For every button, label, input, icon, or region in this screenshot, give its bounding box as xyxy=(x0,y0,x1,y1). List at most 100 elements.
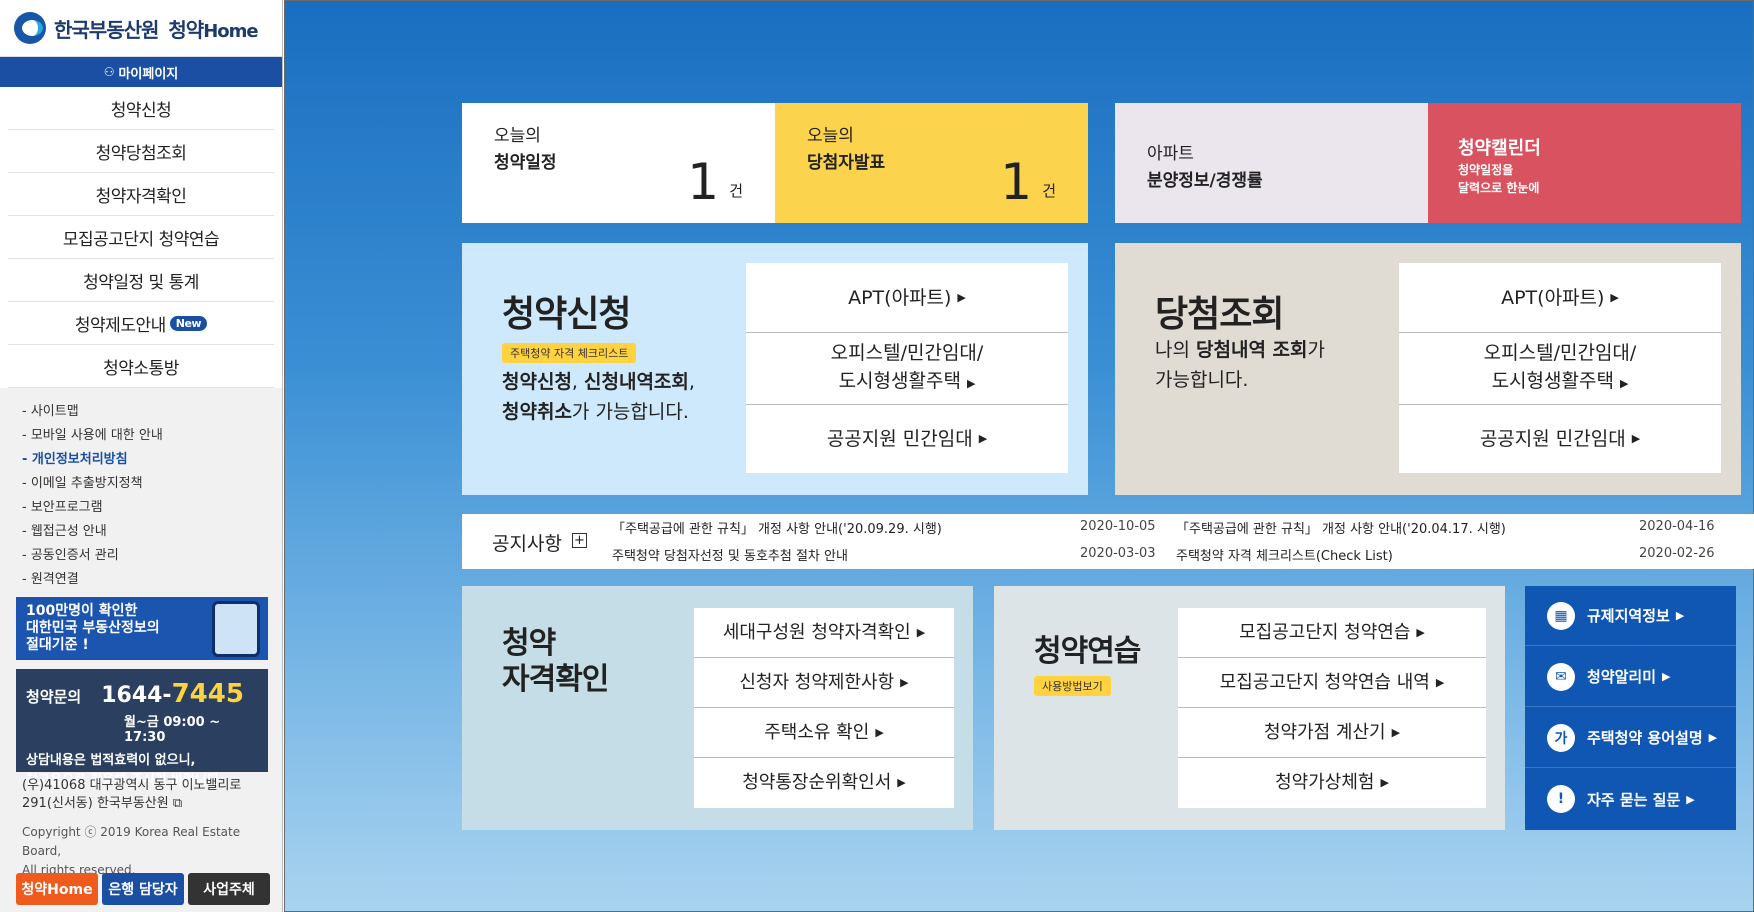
link-mobile-guide[interactable]: - 모바일 사용에 대한 안내 xyxy=(22,424,282,448)
notice-label[interactable]: 공지사항 xyxy=(492,529,562,556)
qualify-title: 청약 자격확인 xyxy=(502,626,609,697)
contact-hours: 월~금 09:00 ~ 17:30 xyxy=(124,715,221,745)
logo-brand: 청약Home xyxy=(168,17,258,42)
link-security-program[interactable]: - 보안프로그램 xyxy=(22,496,282,520)
new-badge: New xyxy=(169,315,208,331)
win-panel: 당첨조회 나의 당첨내역 조회가 가능합니다. APT(아파트) ▶ 오피스텔/민… xyxy=(1115,243,1741,495)
win-title: 당첨조회 xyxy=(1155,294,1284,335)
howto-chip[interactable]: 사용방법보기 xyxy=(1034,676,1111,696)
notice-date: 2020-10-05 xyxy=(1080,519,1156,534)
notice-item[interactable]: 주택청약 자격 체크리스트(Check List) xyxy=(1176,545,1393,564)
arrow-right-icon: ▶ xyxy=(957,290,966,304)
apt-info-card[interactable]: 아파트 분양정보/경쟁률 xyxy=(1115,103,1428,223)
building-icon: ▦ xyxy=(1547,601,1575,630)
notice-item[interactable]: 「주택공급에 관한 규칙」 개정 사항 안내('20.09.29. 시행) xyxy=(612,518,942,537)
mypage-button[interactable]: ⚇ 마이페이지 xyxy=(0,57,282,87)
business-entity-button[interactable]: 사업주체 xyxy=(188,873,270,905)
home-button[interactable]: 청약Home xyxy=(16,873,98,905)
apply-apt-link[interactable]: APT(아파트) ▶ xyxy=(746,263,1068,333)
arrow-right-icon: ▶ xyxy=(1631,432,1641,445)
phone-icon xyxy=(212,601,260,657)
sidebar-item-qualify[interactable]: 청약자격확인 xyxy=(8,173,274,216)
apply-links: APT(아파트) ▶ 오피스텔/민간임대/도시형생활주택 ▶ 공공지원 민간임대 ▶ xyxy=(746,263,1068,473)
qualify-ownership-link[interactable]: 주택소유 확인 ▶ xyxy=(694,708,954,758)
win-officetel-link[interactable]: 오피스텔/민간임대/도시형생활주택 ▶ xyxy=(1399,333,1721,405)
bottom-buttons: 청약Home 은행 담당자 사업주체 xyxy=(16,873,270,905)
contact-number-prefix: 1644- xyxy=(101,683,172,708)
notice-date: 2020-02-26 xyxy=(1639,546,1715,561)
bank-staff-button[interactable]: 은행 담당자 xyxy=(102,873,184,905)
apply-description: 청약신청, 신청내역조회, 청약취소가 가능합니다. xyxy=(502,371,695,423)
arrow-right-icon: ▶ xyxy=(1610,290,1619,304)
mail-icon: ✉ xyxy=(1547,662,1575,691)
win-apt-link[interactable]: APT(아파트) ▶ xyxy=(1399,263,1721,333)
point-calculator-link[interactable]: 청약가점 계산기 ▶ xyxy=(1178,708,1486,758)
sidebar-item-community[interactable]: 청약소통방 xyxy=(8,345,274,388)
arrow-right-icon: ▶ xyxy=(966,377,976,390)
link-sitemap[interactable]: - 사이트맵 xyxy=(22,400,282,424)
link-accessibility[interactable]: - 웹접근성 안내 xyxy=(22,520,282,544)
qualify-rank-link[interactable]: 청약통장순위확인서 ▶ xyxy=(694,758,954,808)
sidebar-item-practice[interactable]: 모집공고단지 청약연습 xyxy=(8,216,274,259)
win-public-rental-link[interactable]: 공공지원 민간임대 ▶ xyxy=(1399,405,1721,473)
apply-title: 청약신청 xyxy=(502,294,631,335)
notice-date: 2020-04-16 xyxy=(1639,519,1715,534)
sidebar: 한국부동산원 청약Home ⚇ 마이페이지 청약신청 청약당첨조회 청약자격확인… xyxy=(0,0,283,912)
qualify-restriction-link[interactable]: 신청자 청약제한사항 ▶ xyxy=(694,658,954,708)
notice-item[interactable]: 「주택공급에 관한 규칙」 개정 사항 안내('20.04.17. 시행) xyxy=(1176,518,1506,537)
practice-link[interactable]: 모집공고단지 청약연습 ▶ xyxy=(1178,608,1486,658)
virtual-experience-link[interactable]: 청약가상체험 ▶ xyxy=(1178,758,1486,808)
link-privacy-policy[interactable]: - 개인정보처리방침 xyxy=(22,448,282,472)
sidebar-item-system-guide[interactable]: 청약제도안내 New xyxy=(8,302,274,345)
practice-panel: 청약연습 사용방법보기 모집공고단지 청약연습 ▶ 모집공고단지 청약연습 내역 ▶… xyxy=(994,586,1505,830)
contact-label: 청약문의 xyxy=(26,688,82,706)
promo-banner[interactable]: 100만명이 확인한 대한민국 부동산정보의 절대기준 ! xyxy=(16,597,268,660)
link-email-policy[interactable]: - 이메일 추출방지정책 xyxy=(22,472,282,496)
notice-item[interactable]: 주택청약 당첨자선정 및 동호추첨 절차 안내 xyxy=(612,545,848,564)
copyright: Copyright ⓒ 2019 Korea Real Estate Board… xyxy=(22,825,241,877)
quick-glossary[interactable]: 가 주택청약 용어설명 ▶ xyxy=(1525,708,1736,768)
main-area: 오늘의 청약일정 1 건 오늘의 당첨자발표 1 건 아파트 분양정보/경쟁률 … xyxy=(284,0,1754,912)
schedule-count: 1 xyxy=(687,153,719,211)
person-icon: ⚇ xyxy=(103,65,115,79)
notice-date: 2020-03-03 xyxy=(1080,546,1156,561)
contact-number: 7445 xyxy=(171,679,244,709)
contact-box: 청약문의 1644- 7445 월~금 09:00 ~ 17:30 상담내용은 법… xyxy=(16,669,268,788)
sidebar-links: - 사이트맵 - 모바일 사용에 대한 안내 - 개인정보처리방침 - 이메일 … xyxy=(0,388,282,592)
external-link-icon[interactable]: ⧉ xyxy=(173,796,182,811)
site-logo[interactable]: 한국부동산원 청약Home xyxy=(0,0,282,57)
plus-icon[interactable]: + xyxy=(572,533,587,548)
quick-faq[interactable]: ! 자주 묻는 질문 ▶ xyxy=(1525,769,1736,829)
checklist-chip[interactable]: 주택청약 자격 체크리스트 xyxy=(502,343,637,363)
logo-org-name: 한국부동산원 xyxy=(54,17,159,42)
link-remote[interactable]: - 원격연결 xyxy=(22,568,282,592)
sidebar-item-win-check[interactable]: 청약당첨조회 xyxy=(8,130,274,173)
today-winners-card[interactable]: 오늘의 당첨자발표 1 건 xyxy=(775,103,1088,223)
practice-history-link[interactable]: 모집공고단지 청약연습 내역 ▶ xyxy=(1178,658,1486,708)
logo-mark-icon xyxy=(14,12,46,44)
sidebar-item-apply[interactable]: 청약신청 xyxy=(8,87,274,130)
today-schedule-card[interactable]: 오늘의 청약일정 1 건 xyxy=(462,103,775,223)
winners-count: 1 xyxy=(1000,153,1032,211)
calendar-card[interactable]: 청약캘린더 청약일정을 달력으로 한눈에 xyxy=(1428,103,1741,223)
address: (우)41068 대구광역시 동구 이노밸리로 291(신서동) 한국부동산원 … xyxy=(22,778,242,811)
quick-alert[interactable]: ✉ 청약알리미 ▶ xyxy=(1525,647,1736,707)
glossary-icon: 가 xyxy=(1547,723,1575,752)
quick-regulated-area[interactable]: ▦ 규제지역정보 ▶ xyxy=(1525,586,1736,646)
qualify-panel: 청약 자격확인 세대구성원 청약자격확인 ▶ 신청자 청약제한사항 ▶ 주택소유 확… xyxy=(462,586,973,830)
apply-officetel-link[interactable]: 오피스텔/민간임대/도시형생활주택 ▶ xyxy=(746,333,1068,405)
sidebar-item-schedule-stats[interactable]: 청약일정 및 통계 xyxy=(8,259,274,302)
arrow-right-icon: ▶ xyxy=(1619,377,1629,390)
exclamation-icon: ! xyxy=(1547,785,1575,813)
arrow-right-icon: ▶ xyxy=(978,432,988,445)
mypage-label: 마이페이지 xyxy=(118,66,179,82)
link-certificate[interactable]: - 공동인증서 관리 xyxy=(22,544,282,568)
sidebar-menu: 청약신청 청약당첨조회 청약자격확인 모집공고단지 청약연습 청약일정 및 통계… xyxy=(0,87,282,388)
practice-title: 청약연습 xyxy=(1034,634,1141,669)
win-links: APT(아파트) ▶ 오피스텔/민간임대/도시형생활주택 ▶ 공공지원 민간임대 ▶ xyxy=(1399,263,1721,473)
apply-panel: 청약신청 주택청약 자격 체크리스트 청약신청, 신청내역조회, 청약취소가 가… xyxy=(462,243,1088,495)
qualify-household-link[interactable]: 세대구성원 청약자격확인 ▶ xyxy=(694,608,954,658)
notice-bar: 공지사항 + 「주택공급에 관한 규칙」 개정 사항 안내('20.09.29.… xyxy=(462,514,1754,569)
apply-public-rental-link[interactable]: 공공지원 민간임대 ▶ xyxy=(746,405,1068,473)
win-description: 나의 당첨내역 조회가 가능합니다. xyxy=(1155,339,1325,391)
